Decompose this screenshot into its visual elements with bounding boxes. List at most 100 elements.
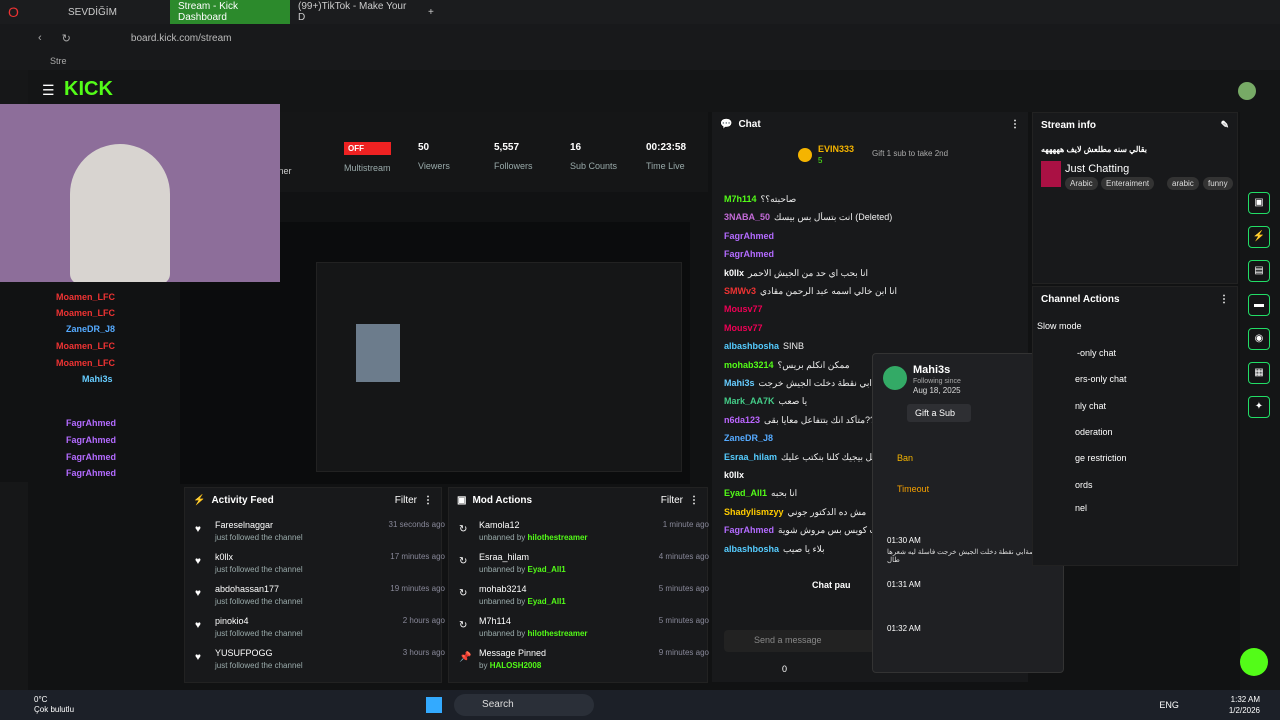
search-box[interactable]: Search [454, 694, 595, 716]
activity-filter-button[interactable]: Filter [395, 495, 417, 506]
mod-filter-button[interactable]: Filter [661, 495, 683, 506]
mod-item: 📌 Message Pinned by HALOSH2008 9 minutes ag… [459, 648, 709, 670]
action-item[interactable]: ords [1075, 480, 1093, 490]
action-item[interactable]: oderation [1075, 427, 1113, 437]
feed-item: ♥ pinokio4 just followed the channel 2 hour… [195, 616, 445, 638]
overlay-name: Moamen_LFC [56, 358, 116, 368]
action-item[interactable]: ers-only chat [1075, 374, 1127, 384]
more-icon[interactable]: ⋮ [689, 495, 699, 506]
opera-logo-icon[interactable]: O [0, 0, 30, 24]
chat-username[interactable]: Mousv77 [724, 304, 763, 314]
language-indicator[interactable]: ENG [1159, 700, 1179, 710]
chat-username[interactable]: Mousv77 [724, 323, 763, 333]
chat-username[interactable]: Eyad_All1 [724, 488, 767, 498]
heart-icon: ♥ [195, 652, 201, 663]
edit-icon[interactable]: ✎ [1221, 120, 1229, 131]
chat-username[interactable]: n6da123 [724, 415, 760, 425]
windows-start-icon[interactable] [426, 697, 443, 713]
chat-text: انا ابن خالي اسمه عبد الرحمن مقادي [760, 286, 898, 296]
chat-username[interactable]: ZaneDR_J8 [724, 433, 773, 443]
rail-icon[interactable]: ▦ [1248, 362, 1270, 384]
mod-item: ↻ mohab3214 unbanned by Eyad_All1 5 minutes… [459, 584, 709, 606]
bookmark-item[interactable]: Stre [50, 56, 67, 66]
chat-message[interactable]: FagrAhmed [724, 249, 1014, 259]
activity-title: Activity Feed [211, 494, 274, 506]
chat-username[interactable]: Mahi3s [724, 378, 755, 388]
pin-icon: 📌 [459, 652, 472, 663]
rail-icon[interactable]: ▤ [1248, 260, 1270, 282]
wrench-icon[interactable]: ✦ [1248, 396, 1270, 418]
feed-item: ♥ YUSUFPOGG just followed the channel 3 hou… [195, 648, 445, 670]
back-icon[interactable]: ‹ [38, 32, 42, 44]
undo-icon: ↻ [459, 620, 468, 631]
rail-icon[interactable]: ◉ [1248, 328, 1270, 350]
chat-username[interactable]: mohab3214 [724, 360, 774, 370]
chat-username[interactable]: FagrAhmed [724, 231, 774, 241]
action-slow-mode[interactable]: Slow mode [1037, 321, 1082, 331]
address-bar[interactable]: ‹ ↻ board.kick.com/stream [0, 24, 1280, 52]
more-icon[interactable]: ⋮ [423, 495, 433, 506]
action-item[interactable]: ge restriction [1075, 453, 1127, 463]
overlay-name: FagrAhmed [66, 435, 117, 445]
rail-icon[interactable]: ▣ [1248, 192, 1270, 214]
more-icon[interactable]: ⋮ [1010, 119, 1020, 130]
chat-username[interactable]: k0llx [724, 470, 744, 480]
reload-icon[interactable]: ↻ [62, 32, 71, 45]
chat-message[interactable]: 3NABA_50 انت بتسأل بس بيسك (Deleted) [724, 212, 1014, 223]
heart-icon: ♥ [195, 620, 201, 631]
chat-username[interactable]: M7h114 [724, 194, 757, 204]
gift-sub-button[interactable]: Gift a Sub [907, 404, 971, 422]
chat-message[interactable]: SMWv3 انا ابن خالي اسمه عبد الرحمن مقادي [724, 286, 1014, 297]
new-tab-button[interactable]: + [420, 0, 442, 24]
avatar[interactable] [1238, 82, 1256, 100]
chat-paused-label[interactable]: Chat pau [812, 580, 851, 590]
action-item[interactable]: nly chat [1075, 401, 1106, 411]
chat-username[interactable]: SMWv3 [724, 286, 756, 296]
tab-tiktok[interactable]: (99+)TikTok - Make Your D [290, 0, 420, 24]
channel-actions-title: Channel Actions [1041, 293, 1120, 305]
clock[interactable]: 1:32 AM 1/2/2026 [1229, 694, 1260, 716]
chat-message[interactable]: FagrAhmed [724, 231, 1014, 241]
chat-icon[interactable]: ▬ [1248, 294, 1270, 316]
message-time: 01:30 AM [887, 536, 921, 545]
more-icon[interactable]: ⋮ [1219, 294, 1229, 305]
chat-username[interactable]: Mark_AA7K [724, 396, 775, 406]
ban-label: Ban [897, 453, 914, 463]
chat-message[interactable]: Mousv77 [724, 323, 1014, 333]
action-item[interactable]: nel [1075, 503, 1087, 513]
chat-message[interactable]: albashbosha SINB [724, 341, 1014, 351]
lightning-icon[interactable]: ⚡ [1248, 226, 1270, 248]
chat-username[interactable]: k0llx [724, 268, 744, 278]
chat-username[interactable]: FagrAhmed [724, 525, 774, 535]
chat-username[interactable]: FagrAhmed [724, 249, 774, 259]
menu-icon[interactable]: ☰ [42, 82, 55, 99]
chat-message[interactable]: Mousv77 [724, 304, 1014, 314]
right-rail: ▣ ⚡ ▤ ▬ ◉ ▦ ✦ [1240, 112, 1280, 690]
overlay-name: FagrAhmed [66, 452, 117, 462]
stat-viewers: 50 Viewers [418, 142, 450, 171]
chat-message[interactable]: M7h114 صاحبته؟؟ [724, 194, 1014, 205]
tab-kick-dashboard[interactable]: Stream - Kick Dashboard [170, 0, 290, 24]
weather-widget[interactable]: 0°C Çok bulutlu [34, 695, 74, 715]
heart-icon: ♥ [195, 588, 201, 599]
mod-title: Mod Actions [472, 494, 533, 506]
url-text[interactable]: board.kick.com/stream [131, 33, 232, 44]
user-avatar [883, 366, 907, 390]
chat-username[interactable]: 3NABA_50 [724, 212, 770, 222]
message-time: 01:32 AM [887, 624, 921, 633]
action-item[interactable]: -only chat [1077, 348, 1116, 358]
follow-since-label: Following since [913, 378, 961, 385]
chat-username[interactable]: albashbosha [724, 544, 779, 554]
feed-item: ♥ abdohassan177 just followed the channel 1… [195, 584, 445, 606]
chat-message[interactable]: k0llx انا بحب اي حد من الجيش الاحمر [724, 268, 1014, 279]
chat-text: بلاء يا صيب [783, 543, 825, 554]
chat-text: صاحبته؟؟ [760, 194, 797, 204]
gift-goal-text: Gift 1 sub to take 2nd [872, 149, 949, 158]
user-name: Mahi3s [913, 364, 951, 376]
tab-1[interactable]: SEVDİĞİM [60, 0, 170, 24]
help-button[interactable] [1240, 648, 1268, 676]
overlay-name: ZaneDR_J8 [66, 324, 116, 334]
chat-username[interactable]: Esraa_hilam [724, 452, 777, 462]
chat-username[interactable]: Shadylismzyy [724, 507, 784, 517]
chat-username[interactable]: albashbosha [724, 341, 779, 351]
